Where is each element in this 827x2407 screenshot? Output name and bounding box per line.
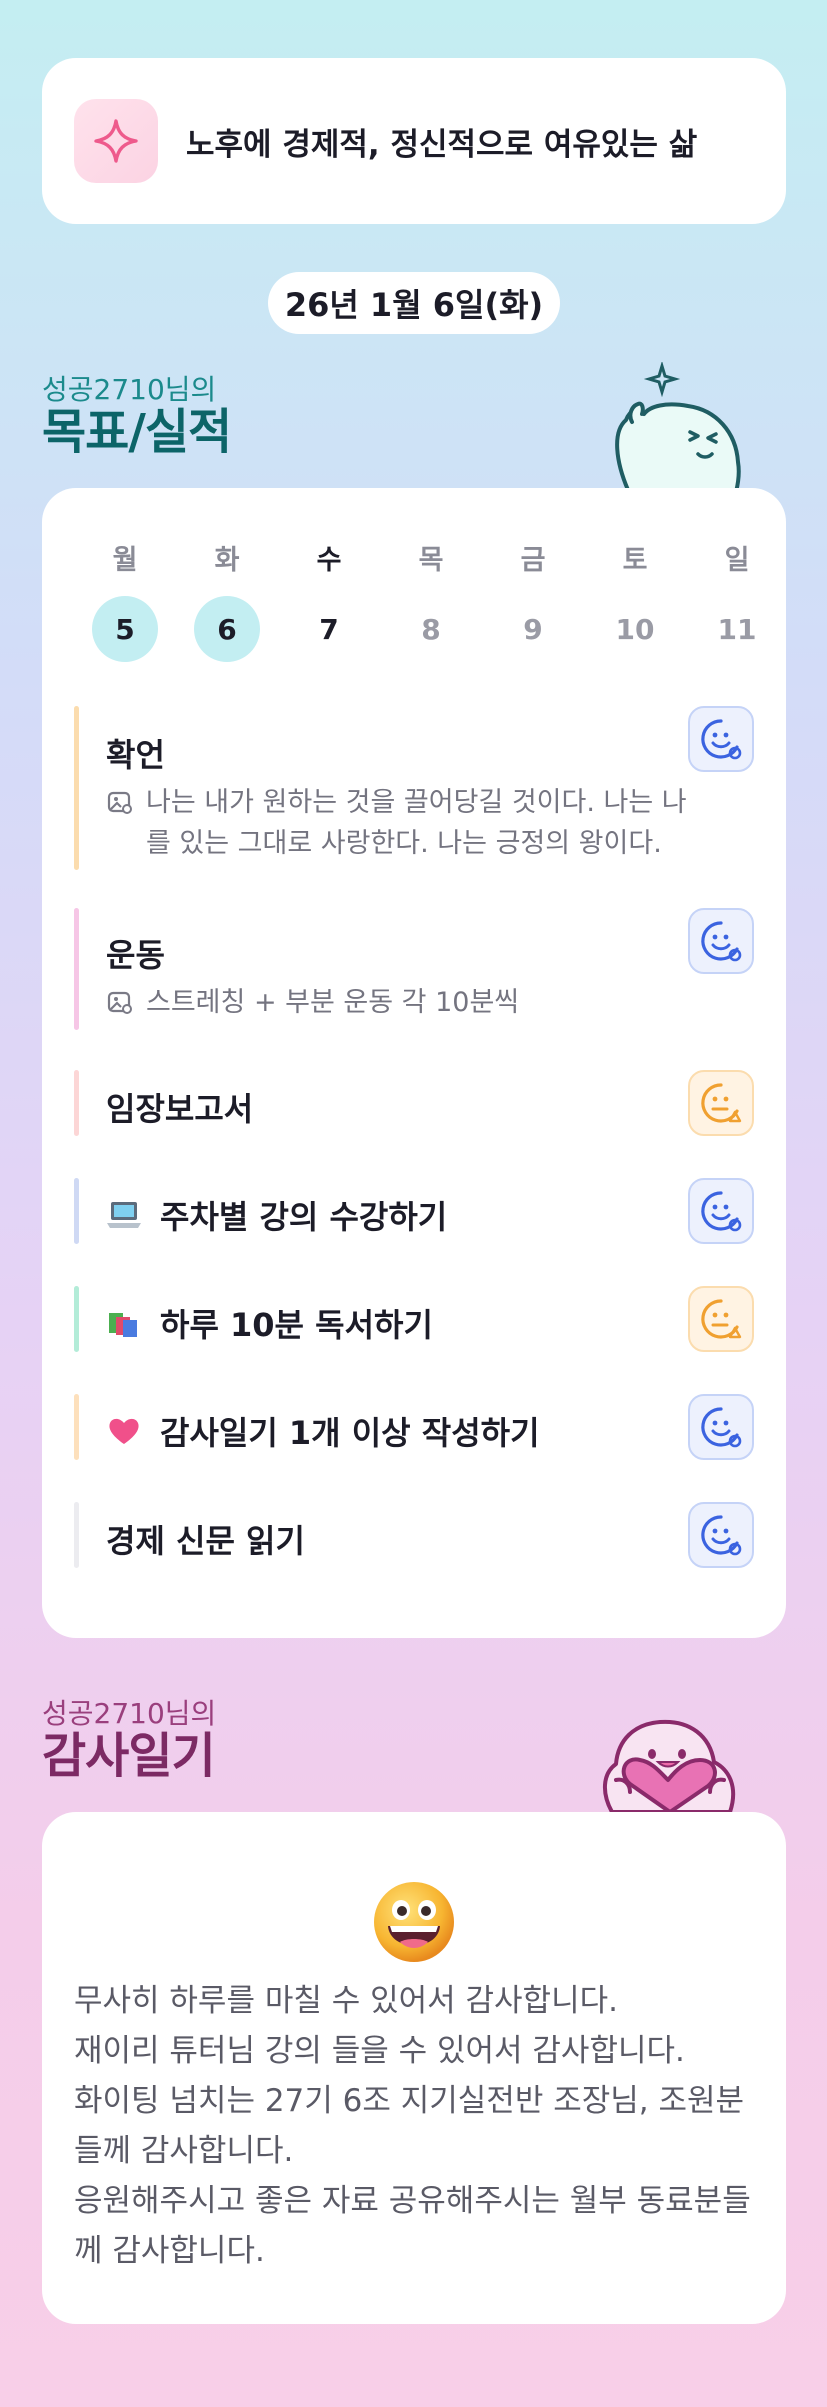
week-calendar: 월 화 수 목 금 토 일 5 6 7 8 9 10 11: [74, 538, 790, 662]
goals-section-title: 성공2710님의 목표/실적: [42, 373, 232, 460]
task-title: 운동: [106, 936, 165, 974]
weekday-mon: 월: [112, 544, 138, 576]
task-title-row: 주차별 강의 수강하기: [106, 1192, 447, 1238]
date-9[interactable]: 9: [500, 596, 566, 662]
goal-text: 노후에 경제적, 정신적으로 여유있는 삶: [186, 126, 698, 163]
diary-section-subtitle: 성공2710님의: [42, 1697, 217, 1730]
weekday-fri: 금: [520, 544, 546, 576]
status-smile-icon[interactable]: [688, 1178, 754, 1244]
task-description: 나는 내가 원하는 것을 끌어당길 것이다. 나는 나를 있는 그대로 사랑한다…: [106, 782, 706, 864]
weekday-wed: 수: [316, 544, 342, 576]
status-smile-icon[interactable]: [688, 1394, 754, 1460]
goals-section-subtitle: 성공2710님의: [42, 373, 217, 406]
date-7[interactable]: 7: [296, 596, 362, 662]
weekday-sun: 일: [724, 544, 750, 576]
weekday-row: 월 화 수 목 금 토 일: [74, 538, 790, 576]
task-item[interactable]: 경제 신문 읽기: [74, 1502, 754, 1568]
task-item[interactable]: 확언 나는 내가 원하는 것을 끌어당길 것이다. 나는 나를 있는 그대로 사…: [74, 706, 754, 870]
status-neutral-icon[interactable]: [688, 1070, 754, 1136]
task-title: 주차별 강의 수강하기: [160, 1198, 448, 1236]
weekday-tue: 화: [214, 544, 240, 576]
task-title-row: 하루 10분 독서하기: [106, 1300, 433, 1346]
date-6[interactable]: 6: [194, 596, 260, 662]
gratitude-diary-card[interactable]: 무사히 하루를 마칠 수 있어서 감사합니다. 재이리 튜터님 강의 들을 수 …: [42, 1812, 786, 2324]
task-title: 감사일기 1개 이상 작성하기: [160, 1414, 540, 1452]
diary-section-title: 성공2710님의 감사일기: [42, 1697, 217, 1784]
date-5[interactable]: 5: [92, 596, 158, 662]
task-color-bar: [74, 706, 79, 870]
task-color-bar: [74, 1502, 79, 1568]
date-row: 5 6 7 8 9 10 11: [74, 596, 790, 662]
task-item[interactable]: 하루 10분 독서하기: [74, 1286, 754, 1352]
task-color-bar: [74, 1070, 79, 1136]
task-description-text: 나는 내가 원하는 것을 끌어당길 것이다. 나는 나를 있는 그대로 사랑한다…: [146, 787, 687, 859]
task-title: 경제 신문 읽기: [106, 1522, 305, 1560]
status-smile-icon[interactable]: [688, 706, 754, 772]
task-color-bar: [74, 908, 79, 1030]
task-item[interactable]: 감사일기 1개 이상 작성하기: [74, 1394, 754, 1460]
status-neutral-icon[interactable]: [688, 1286, 754, 1352]
date-10[interactable]: 10: [602, 596, 668, 662]
goal-card[interactable]: 노후에 경제적, 정신적으로 여유있는 삶: [42, 58, 786, 224]
goals-card: 월 화 수 목 금 토 일 5 6 7 8 9 10 11 확언 나는 내가 원…: [42, 488, 786, 1638]
status-smile-icon[interactable]: [688, 1502, 754, 1568]
weekday-thu: 목: [418, 544, 444, 576]
image-note-icon: [106, 988, 134, 1029]
task-description: 스트레칭 + 부분 운동 각 10분씩: [106, 982, 706, 1023]
diary-section-heading: 감사일기: [42, 1728, 216, 1784]
mascot-thumbs-up-illustration: [598, 360, 758, 496]
task-item[interactable]: 운동 스트레칭 + 부분 운동 각 10분씩: [74, 908, 754, 1030]
image-note-icon: [106, 788, 134, 829]
task-title: 임장보고서: [106, 1090, 254, 1128]
laptop-icon: [106, 1197, 142, 1233]
task-title: 하루 10분 독서하기: [160, 1306, 433, 1344]
books-icon: [106, 1305, 142, 1341]
task-color-bar: [74, 1286, 79, 1352]
goals-section-heading: 목표/실적: [42, 404, 232, 460]
date-8[interactable]: 8: [398, 596, 464, 662]
sparkle-icon: [74, 99, 158, 183]
task-description-text: 스트레칭 + 부분 운동 각 10분씩: [146, 987, 520, 1018]
heart-icon: [106, 1413, 142, 1449]
task-color-bar: [74, 1178, 79, 1244]
status-smile-icon[interactable]: [688, 908, 754, 974]
gratitude-diary-text: 무사히 하루를 마칠 수 있어서 감사합니다. 재이리 튜터님 강의 들을 수 …: [74, 1983, 751, 2269]
task-title-row: 감사일기 1개 이상 작성하기: [106, 1408, 540, 1454]
task-title: 확언: [106, 736, 165, 774]
task-item[interactable]: 주차별 강의 수강하기: [74, 1178, 754, 1244]
date-pill[interactable]: 26년 1월 6일(화): [268, 272, 560, 334]
task-item[interactable]: 임장보고서: [74, 1070, 754, 1136]
weekday-sat: 토: [622, 544, 648, 576]
task-color-bar: [74, 1394, 79, 1460]
grinning-face-icon: [372, 1880, 456, 1968]
mascot-heart-illustration: [590, 1684, 760, 1816]
date-11[interactable]: 11: [704, 596, 770, 662]
